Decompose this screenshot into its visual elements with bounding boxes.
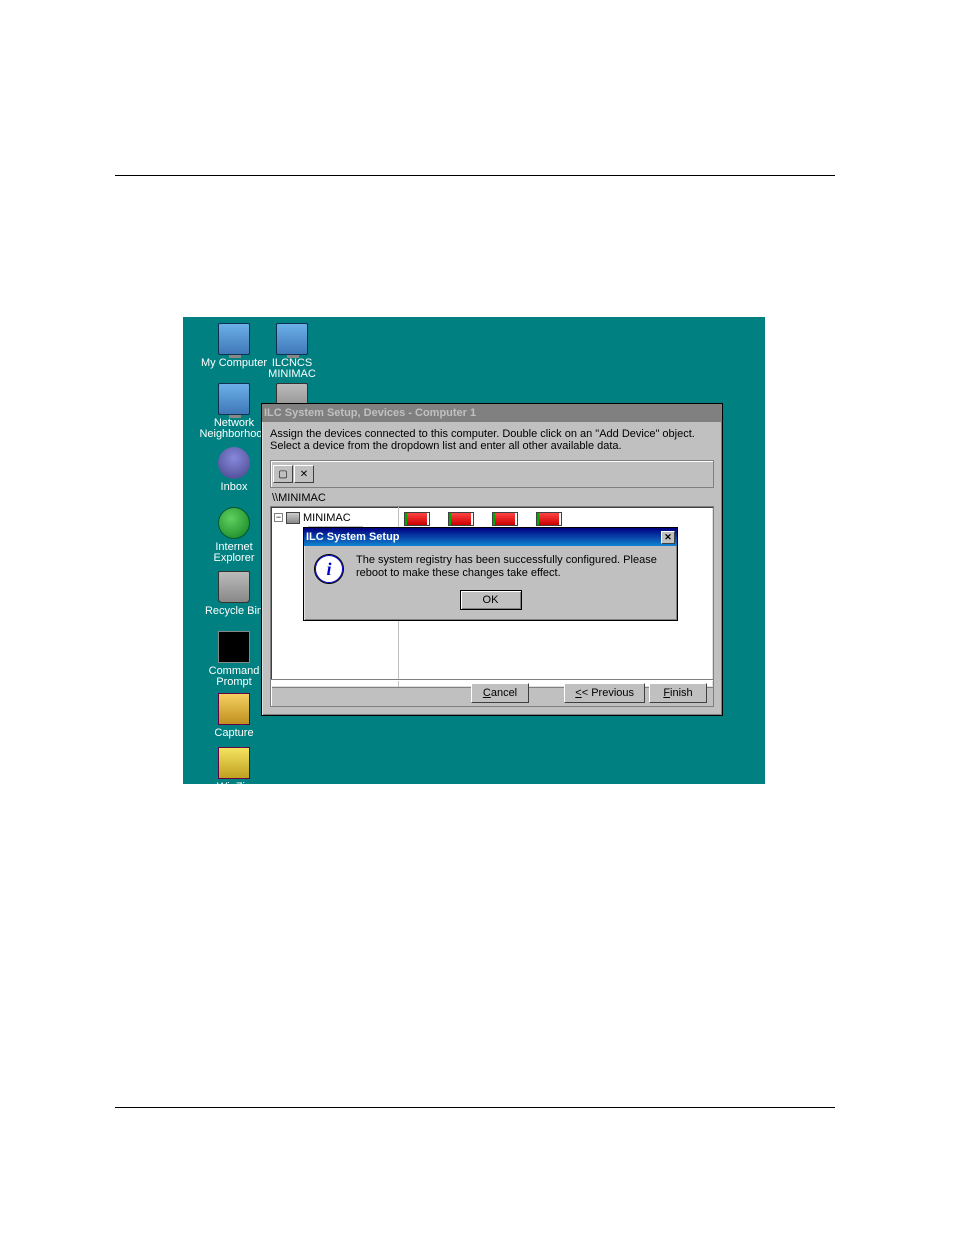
desktop-icon-winzip[interactable]: WinZip (199, 747, 269, 784)
computer-icon (286, 512, 300, 524)
desktop-icon-label: Capture (199, 728, 269, 739)
msgbox-text: The system registry has been successfull… (356, 554, 667, 584)
setup-button-row: Cancel << Previous Finish (270, 679, 714, 707)
tree-root-row[interactable]: − MINIMAC (274, 510, 395, 525)
desktop-icon-label: Recycle Bin (199, 606, 269, 617)
desktop: My ComputerILCNCSMINIMACNetworkNeighborh… (183, 317, 765, 784)
page-divider-bottom (115, 1107, 835, 1108)
message-box: ILC System Setup ✕ i The system registry… (303, 527, 678, 621)
msgbox-body: i The system registry has been successfu… (304, 546, 677, 588)
desktop-icon-label: ILCNCSMINIMAC (257, 358, 327, 380)
setup-instruction: Assign the devices connected to this com… (262, 422, 722, 460)
command-prompt-icon (218, 631, 250, 663)
msgbox-title: ILC System Setup (306, 531, 661, 543)
device-slot-icon[interactable] (404, 512, 430, 526)
page-divider-top (115, 175, 835, 176)
close-icon[interactable]: ✕ (661, 531, 675, 544)
finish-button[interactable]: Finish (649, 683, 707, 703)
desktop-icon-capture[interactable]: Capture (199, 693, 269, 739)
setup-title: ILC System Setup, Devices - Computer 1 (264, 407, 720, 419)
device-slot-icon[interactable] (536, 512, 562, 526)
desktop-icon-label: WinZip (199, 782, 269, 784)
msgbox-button-row: OK (304, 588, 677, 616)
setup-titlebar: ILC System Setup, Devices - Computer 1 (262, 404, 722, 422)
winzip-icon (218, 747, 250, 779)
internet-explorer-icon (218, 507, 250, 539)
inbox-icon (218, 447, 250, 479)
desktop-icon-recycle-bin[interactable]: Recycle Bin (199, 571, 269, 617)
setup-path: \\MINIMAC (272, 492, 712, 504)
device-slot-icon[interactable] (492, 512, 518, 526)
ok-button[interactable]: OK (460, 590, 522, 610)
collapse-icon[interactable]: − (274, 513, 283, 522)
previous-button[interactable]: << Previous (564, 683, 645, 703)
recycle-bin-icon (218, 571, 250, 603)
capture-icon (218, 693, 250, 725)
my-computer-icon (218, 323, 250, 355)
network-neighborhood-icon (218, 383, 250, 415)
desktop-icon-command-prompt[interactable]: CommandPrompt (199, 631, 269, 688)
device-slot-icon[interactable] (448, 512, 474, 526)
desktop-icon-label: CommandPrompt (199, 666, 269, 688)
toolbar-open-icon[interactable]: ▢ (273, 465, 293, 483)
toolbar-delete-icon[interactable]: ✕ (294, 465, 314, 483)
ilcncs-minimac-icon (276, 323, 308, 355)
desktop-icon-ilcncs-minimac[interactable]: ILCNCSMINIMAC (257, 323, 327, 380)
tree-root-label: MINIMAC (303, 512, 351, 524)
cancel-button[interactable]: Cancel (471, 683, 529, 703)
msgbox-titlebar[interactable]: ILC System Setup ✕ (304, 528, 677, 546)
info-icon: i (314, 554, 344, 584)
setup-toolbar: ▢ ✕ (270, 460, 714, 488)
